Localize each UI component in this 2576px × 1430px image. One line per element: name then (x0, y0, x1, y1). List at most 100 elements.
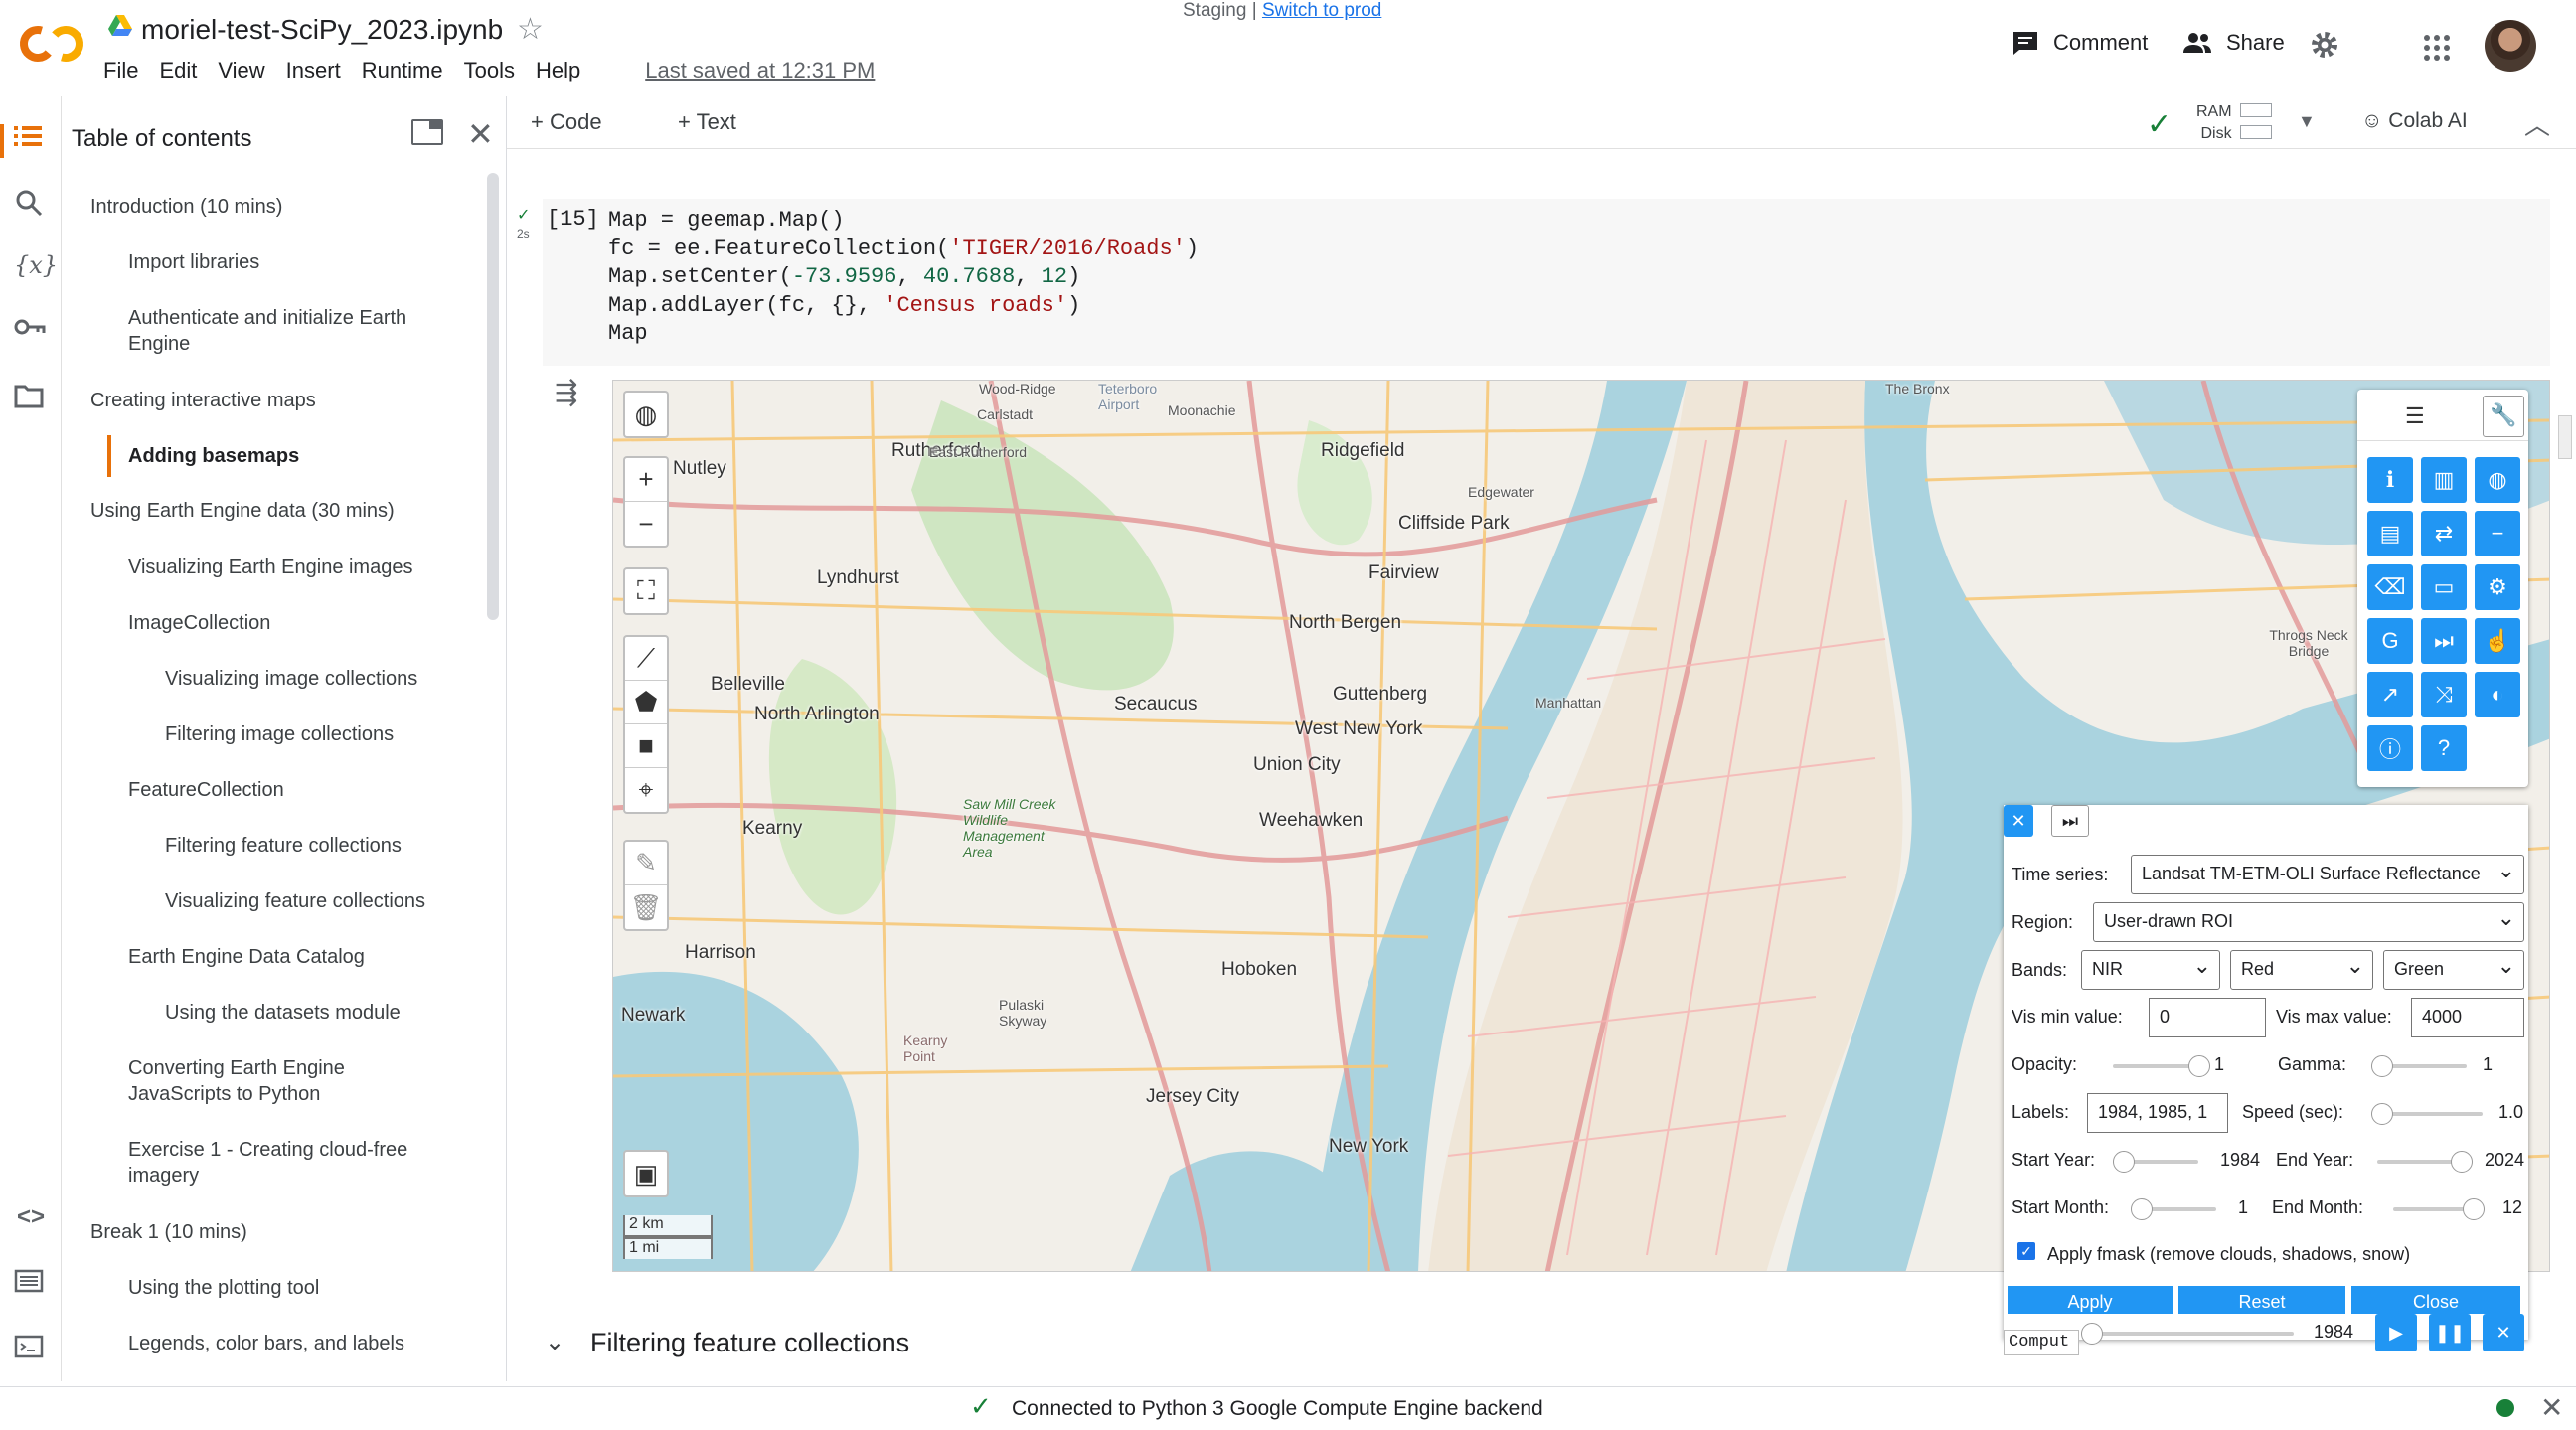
draw-line-icon[interactable]: ⟋ (625, 637, 667, 681)
gears-icon[interactable]: ⚙ (2475, 564, 2520, 610)
menu-insert[interactable]: Insert (286, 58, 341, 83)
draw-polygon-icon[interactable]: ⬟ (625, 681, 667, 724)
menu-help[interactable]: Help (536, 58, 580, 83)
opacity-slider[interactable] (2113, 1055, 2210, 1077)
toc-item[interactable]: Exercise 1 - Creating cloud-free imagery (128, 1137, 426, 1189)
toc-scrollbar[interactable] (487, 173, 499, 620)
last-saved-link[interactable]: Last saved at 12:31 PM (645, 58, 875, 83)
output-scrollbar[interactable] (2558, 415, 2572, 459)
run-success-icon[interactable]: ✓ (517, 205, 530, 225)
question-icon[interactable]: ? (2421, 725, 2467, 771)
band-3-select[interactable]: Green (2383, 950, 2524, 990)
eraser-icon[interactable]: ⌫ (2367, 564, 2413, 610)
toc-item-active[interactable]: Adding basemaps (128, 443, 299, 469)
colab-logo[interactable] (18, 20, 89, 68)
globe-icon[interactable]: ◍ (2475, 457, 2520, 503)
fmask-checkbox[interactable]: ✓ (2017, 1242, 2035, 1260)
menu-file[interactable]: File (103, 58, 138, 83)
slider-handle[interactable] (2463, 1198, 2485, 1220)
switch-to-prod-link[interactable]: Switch to prod (1262, 0, 1381, 21)
map-icon[interactable]: ▤ (2367, 511, 2413, 556)
drive-icon[interactable] (107, 14, 133, 38)
minus-icon[interactable]: − (2475, 511, 2520, 556)
toc-item[interactable]: Filtering feature collections (165, 833, 402, 859)
chevron-up-icon[interactable]: ︿ (2524, 105, 2550, 142)
toc-item[interactable]: Creating interactive maps (90, 388, 316, 413)
random-icon[interactable]: ⤨ (2421, 672, 2467, 717)
terminal-icon[interactable] (14, 1335, 48, 1368)
toc-item[interactable]: FeatureCollection (128, 777, 284, 803)
slider-handle[interactable] (2371, 1055, 2393, 1077)
playback-slider[interactable] (2081, 1323, 2294, 1345)
code-editor[interactable]: Map = geemap.Map() fc = ee.FeatureCollect… (608, 207, 1199, 349)
retweet-icon[interactable]: ⇄ (2421, 511, 2467, 556)
gear-icon[interactable] (2310, 30, 2339, 60)
globe-icon[interactable]: ◍ (625, 393, 667, 436)
end-year-slider[interactable] (2377, 1151, 2473, 1173)
toc-item[interactable]: Authenticate and initialize Earth Engine (128, 305, 446, 357)
start-year-slider[interactable] (2113, 1151, 2198, 1173)
toc-item[interactable]: Break 1 (10 mins) (90, 1219, 247, 1245)
chevron-down-icon[interactable]: ▼ (2298, 111, 2316, 132)
fullscreen-control[interactable]: ⛶ (623, 567, 669, 615)
fullscreen-icon[interactable]: ⛶ (625, 569, 667, 613)
layers-icon[interactable]: ▣ (625, 1152, 667, 1195)
command-palette-icon[interactable] (14, 1269, 48, 1303)
window-icon[interactable] (411, 119, 443, 145)
zoom-in-button[interactable]: + (625, 458, 667, 502)
menu-runtime[interactable]: Runtime (362, 58, 443, 83)
variables-icon[interactable]: {x} (14, 251, 58, 285)
speed-slider[interactable] (2371, 1103, 2483, 1125)
server-icon[interactable]: ☰ (2405, 403, 2425, 429)
close-button[interactable]: Close (2351, 1286, 2520, 1314)
toc-item[interactable]: Using the datasets module (165, 1000, 401, 1026)
fast-forward-icon[interactable]: ⏭ (2051, 805, 2089, 837)
end-month-slider[interactable] (2393, 1198, 2485, 1220)
close-icon[interactable]: ✕ (2483, 1314, 2524, 1351)
toc-item[interactable]: Visualizing Earth Engine images (128, 555, 412, 580)
avatar[interactable] (2485, 20, 2536, 72)
band-1-select[interactable]: NIR (2081, 950, 2220, 990)
toc-icon[interactable] (0, 124, 50, 158)
slider-handle[interactable] (2081, 1323, 2103, 1345)
colab-ai-button[interactable]: ☺ Colab AI (2361, 109, 2468, 133)
close-icon[interactable]: ✕ (467, 115, 494, 153)
line-chart-icon[interactable]: ↗ (2367, 672, 2413, 717)
adjust-icon[interactable]: ◐ (2475, 672, 2520, 717)
labels-input[interactable]: 1984, 1985, 1 (2087, 1093, 2228, 1133)
comment-button[interactable]: Comment (2012, 30, 2148, 56)
edit-layers-icon[interactable]: ✎ (625, 842, 667, 885)
wrench-icon[interactable]: 🔧 (2483, 396, 2524, 437)
key-icon[interactable] (14, 317, 48, 351)
toc-item[interactable]: ImageCollection (128, 610, 270, 636)
vis-min-input[interactable]: 0 (2149, 998, 2266, 1037)
fast-forward-icon[interactable]: ⏭ (2421, 618, 2467, 664)
toc-item[interactable]: Using the plotting tool (128, 1275, 319, 1301)
edit-toolbar[interactable]: ✎ 🗑 (623, 840, 669, 931)
apply-button[interactable]: Apply (2008, 1286, 2173, 1314)
draw-marker-icon[interactable]: ⌖ (625, 768, 667, 812)
delete-layers-icon[interactable]: 🗑 (625, 885, 667, 929)
info-icon[interactable]: ℹ (2367, 457, 2413, 503)
vis-max-input[interactable]: 4000 (2411, 998, 2524, 1037)
menu-view[interactable]: View (218, 58, 264, 83)
menu-edit[interactable]: Edit (159, 58, 197, 83)
add-text-button[interactable]: + Text (678, 109, 736, 135)
info-circle-icon[interactable]: ⓘ (2367, 725, 2413, 771)
layer-toggle-control[interactable]: ▣ (623, 1150, 669, 1197)
search-icon[interactable] (14, 188, 48, 222)
menu-tools[interactable]: Tools (464, 58, 515, 83)
toc-item[interactable]: Earth Engine Data Catalog (128, 944, 365, 970)
slider-handle[interactable] (2451, 1151, 2473, 1173)
zoom-control[interactable]: + − (623, 456, 669, 548)
play-icon[interactable]: ▶ (2375, 1314, 2417, 1351)
output-toggle-icon[interactable]: ⇶ (555, 376, 577, 408)
folder-open-icon[interactable]: ▭ (2421, 564, 2467, 610)
resource-indicator[interactable]: RAM Disk (2196, 101, 2232, 145)
toc-item[interactable]: Using Earth Engine data (30 mins) (90, 498, 395, 524)
basemap-control[interactable]: ◍ (623, 391, 669, 438)
toc-item[interactable]: Visualizing feature collections (165, 888, 425, 914)
region-select[interactable]: User-drawn ROI (2093, 902, 2524, 942)
slider-handle[interactable] (2188, 1055, 2210, 1077)
slider-handle[interactable] (2371, 1103, 2393, 1125)
